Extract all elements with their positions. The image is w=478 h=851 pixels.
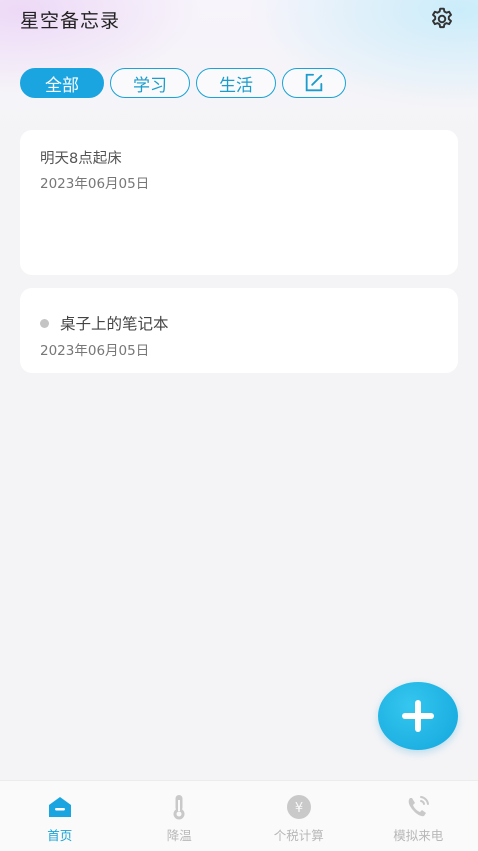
app-header: 星空备忘录 <box>0 0 478 40</box>
nav-item-home[interactable]: 首页 <box>0 781 120 851</box>
bottom-navigation: 首页 降温 ¥ 个税计算 模拟来电 <box>0 780 478 851</box>
note-title: 明天8点起床 <box>40 147 122 168</box>
bullet-dot-icon <box>40 319 49 328</box>
note-title: 桌子上的笔记本 <box>60 312 169 334</box>
tab-edit-categories[interactable] <box>282 68 346 98</box>
add-note-button[interactable] <box>378 682 458 750</box>
nav-item-fake-call[interactable]: 模拟来电 <box>359 781 478 851</box>
svg-text:¥: ¥ <box>295 801 303 816</box>
nav-label: 首页 <box>47 825 72 844</box>
nav-item-tax[interactable]: ¥ 个税计算 <box>239 781 359 851</box>
nav-item-cooling[interactable]: 降温 <box>120 781 240 851</box>
settings-button[interactable] <box>428 5 456 33</box>
nav-label: 个税计算 <box>274 825 324 844</box>
nav-label: 降温 <box>167 825 192 844</box>
category-tabs: 全部 学习 生活 <box>20 68 346 102</box>
note-date: 2023年06月05日 <box>40 339 149 359</box>
gear-icon <box>429 6 455 32</box>
tab-life[interactable]: 生活 <box>196 68 276 98</box>
tab-study[interactable]: 学习 <box>110 68 190 98</box>
phone-icon <box>404 793 432 821</box>
thermometer-icon <box>165 793 193 821</box>
note-date: 2023年06月05日 <box>40 172 149 192</box>
note-title-row: 桌子上的笔记本 <box>40 312 169 334</box>
note-card[interactable]: 明天8点起床 2023年06月05日 <box>20 130 458 275</box>
tax-icon: ¥ <box>285 793 313 821</box>
tab-all[interactable]: 全部 <box>20 68 104 98</box>
nav-label: 模拟来电 <box>393 825 443 844</box>
app-title: 星空备忘录 <box>20 6 120 33</box>
edit-icon <box>303 72 325 94</box>
note-card[interactable]: 桌子上的笔记本 2023年06月05日 <box>20 288 458 373</box>
home-icon <box>46 793 74 821</box>
plus-icon <box>396 694 440 738</box>
